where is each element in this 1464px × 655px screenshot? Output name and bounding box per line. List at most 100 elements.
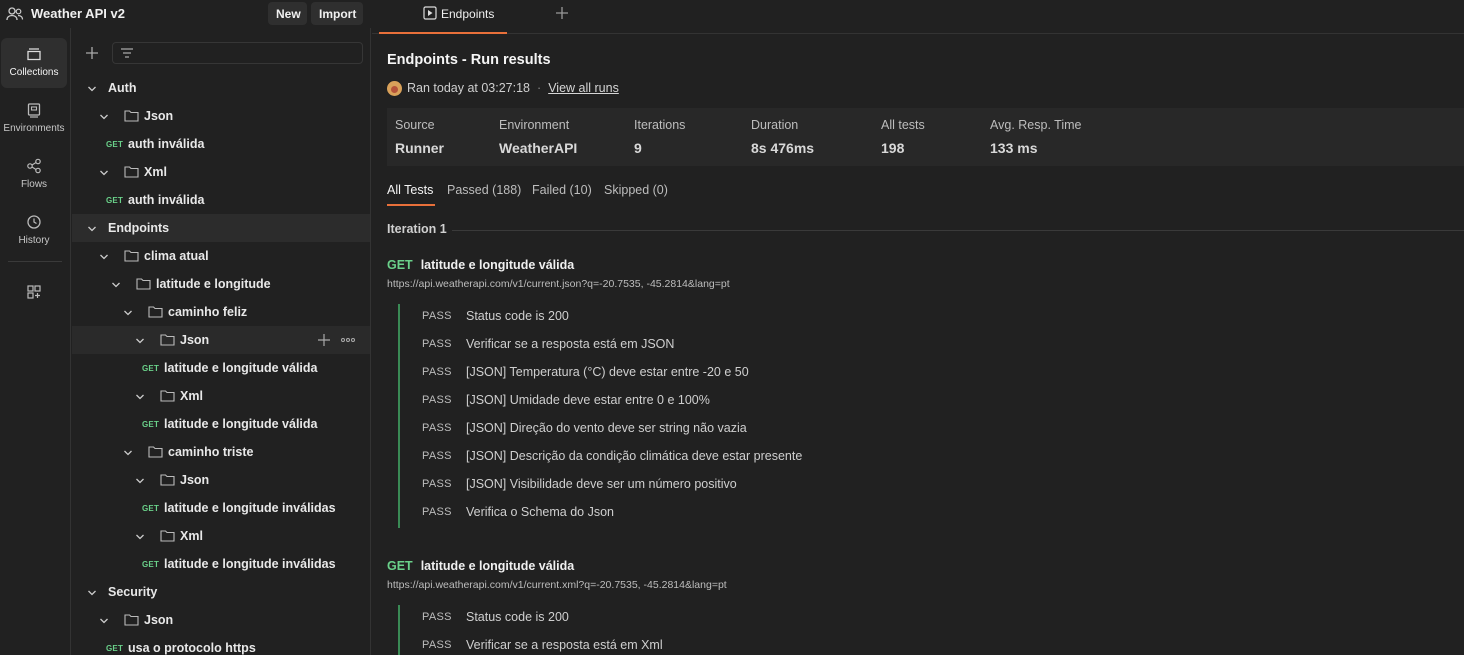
folder-item[interactable]: caminho triste <box>72 438 370 466</box>
request-item[interactable]: GET latitude e longitude inválidas <box>72 494 370 522</box>
test-status: PASS <box>422 310 452 322</box>
add-request-icon[interactable] <box>317 333 331 347</box>
folder-item[interactable]: Xml <box>72 522 370 550</box>
collection-item[interactable]: Auth <box>72 74 370 102</box>
folder-item[interactable]: Json <box>72 326 370 354</box>
more-options-icon[interactable] <box>340 333 356 347</box>
request-item[interactable]: GET latitude e longitude válida <box>72 354 370 382</box>
tab-endpoints[interactable]: Endpoints <box>379 0 507 34</box>
chevron-down-icon[interactable] <box>135 391 145 401</box>
rail-divider <box>8 261 62 262</box>
workspace-header: Weather API v2 New Import <box>0 0 371 28</box>
test-name: [JSON] Direção do vento deve ser string … <box>466 421 747 435</box>
tab-failed[interactable]: Failed (10) <box>532 183 592 197</box>
rail-item-history[interactable]: History <box>1 206 67 256</box>
history-icon <box>27 215 41 229</box>
folder-icon <box>148 445 163 458</box>
chevron-down-icon[interactable] <box>87 83 97 93</box>
rail-item-environments[interactable]: Environments <box>1 94 67 144</box>
tree-toolbar <box>72 40 370 66</box>
sidebar-rail: Collections Environments Flows History <box>0 28 71 655</box>
chevron-down-icon[interactable] <box>99 615 109 625</box>
request-label: auth inválida <box>128 193 205 207</box>
folder-item[interactable]: Json <box>72 102 370 130</box>
request-label: usa o protocolo https <box>128 641 256 655</box>
chevron-down-icon[interactable] <box>99 251 109 261</box>
add-collection-icon[interactable] <box>84 45 100 61</box>
request-name: latitude e longitude válida <box>420 559 575 573</box>
stat-label: All tests <box>881 118 925 132</box>
chevron-down-icon[interactable] <box>135 475 145 485</box>
test-name: Verifica o Schema do Json <box>466 505 614 519</box>
add-widgets-icon <box>27 285 41 299</box>
chevron-down-icon[interactable] <box>87 223 97 233</box>
request-url: https://api.weatherapi.com/v1/current.js… <box>387 278 730 290</box>
folder-item[interactable]: Json <box>72 606 370 634</box>
collection-tree: Auth Json GET auth inválida Xml GET auth invál… <box>72 74 370 655</box>
test-list: PASS Status code is 200 PASS Verificar se a… <box>398 304 802 528</box>
stat-value: 9 <box>634 140 642 156</box>
workspace-title[interactable]: Weather API v2 <box>31 6 125 21</box>
folder-icon <box>160 333 175 346</box>
request-item[interactable]: GET latitude e longitude inválidas <box>72 550 370 578</box>
chevron-down-icon[interactable] <box>123 307 133 317</box>
request-item[interactable]: GET auth inválida <box>72 130 370 158</box>
tab-all-tests[interactable]: All Tests <box>387 183 433 197</box>
page-title: Endpoints - Run results <box>387 52 551 68</box>
test-status: PASS <box>422 639 452 651</box>
folder-label: Json <box>144 613 174 627</box>
rail-item-configure[interactable] <box>1 280 67 310</box>
test-status: PASS <box>422 366 452 378</box>
filter-input[interactable] <box>112 42 363 64</box>
test-name: Verificar se a resposta está em Xml <box>466 638 663 652</box>
request-label: latitude e longitude válida <box>164 361 318 375</box>
collection-item[interactable]: Security <box>72 578 370 606</box>
request-item[interactable]: GET usa o protocolo https <box>72 634 370 655</box>
method-badge: GET <box>106 644 124 653</box>
test-name: [JSON] Descrição da condição climática d… <box>466 449 803 463</box>
folder-item[interactable]: Json <box>72 466 370 494</box>
chevron-down-icon[interactable] <box>135 335 145 345</box>
chevron-down-icon[interactable] <box>87 587 97 597</box>
test-name: [JSON] Visibilidade deve ser um número p… <box>466 477 737 491</box>
chevron-down-icon[interactable] <box>111 279 121 289</box>
chevron-down-icon[interactable] <box>135 531 145 541</box>
folder-item[interactable]: clima atual <box>72 242 370 270</box>
test-row: PASS [JSON] Visibilidade deve ser um núme… <box>400 472 737 500</box>
tab-passed[interactable]: Passed (188) <box>447 183 521 197</box>
folder-label: Xml <box>144 165 167 179</box>
view-all-runs-link[interactable]: View all runs <box>548 81 619 95</box>
request-heading[interactable]: GET latitude e longitude válida <box>387 258 730 272</box>
new-tab-icon[interactable] <box>555 6 569 23</box>
folder-item[interactable]: latitude e longitude <box>72 270 370 298</box>
run-info: Ran today at 03:27:18 · View all runs <box>387 80 619 96</box>
folder-label: Xml <box>180 389 203 403</box>
test-list: PASS Status code is 200 PASS Verificar se a… <box>398 605 727 655</box>
stat-source: Source Runner <box>395 118 444 156</box>
folder-icon <box>160 529 175 542</box>
rail-item-collections[interactable]: Collections <box>1 38 67 88</box>
chevron-down-icon[interactable] <box>99 111 109 121</box>
stat-value: WeatherAPI <box>499 140 578 156</box>
request-item[interactable]: GET auth inválida <box>72 186 370 214</box>
tab-skipped[interactable]: Skipped (0) <box>604 183 668 197</box>
chevron-down-icon[interactable] <box>99 167 109 177</box>
folder-item[interactable]: Xml <box>72 382 370 410</box>
folder-item[interactable]: caminho feliz <box>72 298 370 326</box>
new-button[interactable]: New <box>268 2 307 25</box>
tab-bar: Endpoints <box>372 0 1464 34</box>
import-button[interactable]: Import <box>311 2 363 25</box>
folder-icon <box>160 389 175 402</box>
method-badge: GET <box>142 560 160 569</box>
chevron-down-icon[interactable] <box>123 447 133 457</box>
request-label: latitude e longitude inválidas <box>164 557 336 571</box>
method-badge: GET <box>387 258 413 272</box>
folder-item[interactable]: Xml <box>72 158 370 186</box>
request-item[interactable]: GET latitude e longitude válida <box>72 410 370 438</box>
folder-label: Json <box>180 473 210 487</box>
collection-item[interactable]: Endpoints <box>72 214 370 242</box>
method-badge: GET <box>142 504 160 513</box>
request-heading[interactable]: GET latitude e longitude válida <box>387 559 727 573</box>
request-result: GET latitude e longitude válida https://ap… <box>387 258 802 528</box>
rail-item-flows[interactable]: Flows <box>1 150 67 200</box>
